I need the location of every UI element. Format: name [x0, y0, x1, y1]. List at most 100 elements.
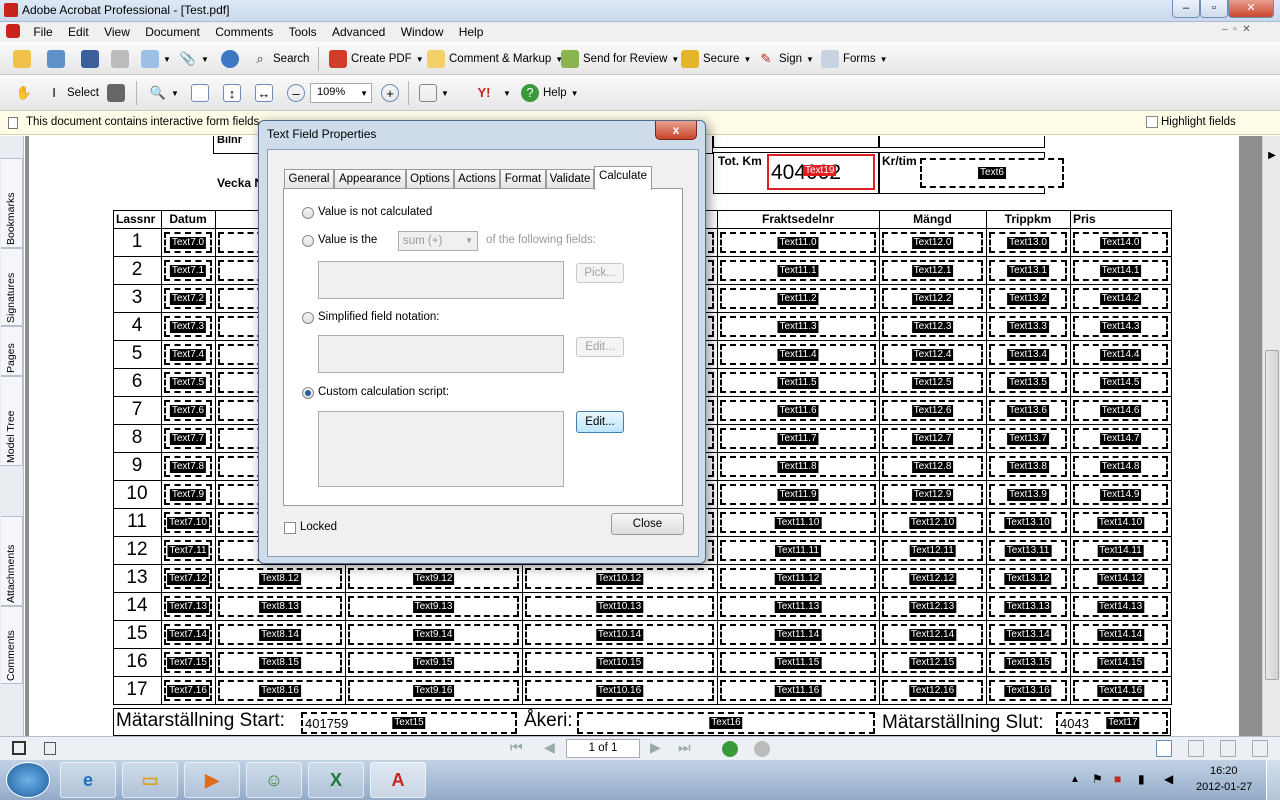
form-field[interactable]: Text7.3 [164, 316, 212, 337]
form-field[interactable]: Text14.7 [1073, 428, 1168, 449]
actual-size-button[interactable] [188, 80, 212, 106]
form-field[interactable]: Text14.14 [1073, 624, 1168, 645]
tab-appearance[interactable]: Appearance [334, 169, 406, 189]
comment-markup-button[interactable]: Comment & Markup ▼ [424, 46, 566, 72]
form-field[interactable]: Text13.10 [989, 512, 1067, 533]
form-field[interactable]: Text12.4 [882, 344, 983, 365]
organizer-button[interactable] [44, 46, 68, 72]
clock-date[interactable]: 2012-01-27 [1196, 781, 1252, 793]
form-field[interactable]: Text10.16 [525, 680, 714, 701]
form-field[interactable]: Text14.8 [1073, 456, 1168, 477]
form-field[interactable]: Text13.13 [989, 596, 1067, 617]
form-field[interactable]: Text11.16 [720, 680, 876, 701]
last-page-button[interactable]: ⏭ [678, 739, 691, 756]
custom-edit-button[interactable]: Edit... [576, 411, 624, 433]
tab-actions[interactable]: Actions [454, 169, 500, 189]
locked-checkbox[interactable] [284, 522, 296, 534]
next-page-button[interactable]: ▶ [650, 739, 661, 756]
taskbar-acrobat[interactable]: A [370, 762, 426, 798]
form-field[interactable]: Text8.13 [218, 596, 342, 617]
form-field[interactable]: Text11.13 [720, 596, 876, 617]
flag-icon[interactable]: ⚑ [1092, 772, 1103, 786]
zoom-out-button[interactable]: – [284, 80, 308, 106]
form-field[interactable]: Text7.9 [164, 484, 212, 505]
tot-km-field[interactable]: 404002 Text19 [767, 154, 875, 190]
forward-view-icon[interactable] [754, 741, 770, 757]
select-tool-button[interactable]: I Select [42, 80, 102, 106]
hand-tool-button[interactable]: ✋ [12, 80, 36, 106]
form-field[interactable]: Text14.4 [1073, 344, 1168, 365]
minimize-button[interactable]: – [1172, 0, 1200, 18]
form-field[interactable]: Text11.9 [720, 484, 876, 505]
form-field[interactable]: Text11.10 [720, 512, 876, 533]
form-field[interactable]: Text9.16 [348, 680, 519, 701]
form-field[interactable]: Text12.7 [882, 428, 983, 449]
form-field[interactable]: Text11.3 [720, 316, 876, 337]
form-field[interactable]: Text14.12 [1073, 568, 1168, 589]
prev-page-button[interactable]: ◀ [544, 739, 555, 756]
form-field[interactable]: Text7.12 [164, 568, 212, 589]
form-field[interactable]: Text13.5 [989, 372, 1067, 393]
menu-window[interactable]: Window [395, 22, 450, 42]
form-field[interactable]: Text14.11 [1073, 540, 1168, 561]
slut-field[interactable]: 4043 Text17 [1056, 712, 1168, 734]
form-field[interactable]: Text14.0 [1073, 232, 1168, 253]
form-field[interactable]: Text7.11 [164, 540, 212, 561]
form-field[interactable]: Text12.1 [882, 260, 983, 281]
facing-icon[interactable] [1220, 740, 1236, 757]
doc-window-controls[interactable]: – ▫ ✕ [1222, 24, 1278, 40]
form-field[interactable]: Text13.0 [989, 232, 1067, 253]
tab-validate[interactable]: Validate [546, 169, 594, 189]
form-field[interactable]: Text9.14 [348, 624, 519, 645]
security-icon[interactable]: ■ [1114, 772, 1121, 786]
email-button[interactable]: ▼ [138, 46, 174, 72]
menu-file[interactable]: File [27, 22, 58, 42]
scroll-thumb[interactable] [1265, 350, 1279, 680]
menu-comments[interactable]: Comments [209, 22, 279, 42]
form-field[interactable]: Text11.8 [720, 456, 876, 477]
search-button[interactable]: ⌕ Search [248, 46, 312, 72]
form-field[interactable]: Text12.11 [882, 540, 983, 561]
form-field[interactable]: Text12.5 [882, 372, 983, 393]
simplified-textbox[interactable] [318, 335, 564, 373]
form-field[interactable]: Text7.8 [164, 456, 212, 477]
highlight-fields-checkbox[interactable] [1146, 116, 1158, 128]
form-field[interactable]: Text12.2 [882, 288, 983, 309]
show-desktop-button[interactable] [1266, 760, 1280, 800]
form-field[interactable]: Text13.9 [989, 484, 1067, 505]
form-field[interactable]: Text11.15 [720, 652, 876, 673]
form-field[interactable]: Text13.11 [989, 540, 1067, 561]
form-field[interactable]: Text12.16 [882, 680, 983, 701]
taskbar-media[interactable]: ▶ [184, 762, 240, 798]
form-field[interactable]: Text12.3 [882, 316, 983, 337]
tab-pages[interactable]: Pages [1, 326, 23, 376]
form-field[interactable]: Text11.6 [720, 400, 876, 421]
close-button[interactable]: Close [611, 513, 684, 535]
form-field[interactable]: Text13.8 [989, 456, 1067, 477]
form-field[interactable]: Text7.7 [164, 428, 212, 449]
form-field[interactable]: Text11.14 [720, 624, 876, 645]
radio-custom-script[interactable] [302, 387, 314, 399]
tab-general[interactable]: General [284, 169, 334, 189]
form-field[interactable]: Text8.12 [218, 568, 342, 589]
form-field[interactable]: Text11.1 [720, 260, 876, 281]
form-field[interactable]: Text14.3 [1073, 316, 1168, 337]
taskbar-messenger[interactable]: ☺ [246, 762, 302, 798]
menu-view[interactable]: View [98, 22, 136, 42]
clock-time[interactable]: 16:20 [1210, 765, 1238, 777]
create-pdf-button[interactable]: Create PDF ▼ [326, 46, 427, 72]
form-field[interactable]: Text14.6 [1073, 400, 1168, 421]
form-field[interactable]: Text7.13 [164, 596, 212, 617]
layout-icon[interactable] [12, 741, 26, 755]
save-button[interactable] [78, 46, 102, 72]
form-field[interactable]: Text12.12 [882, 568, 983, 589]
print-button[interactable] [108, 46, 132, 72]
form-field[interactable]: Text7.0 [164, 232, 212, 253]
form-field[interactable]: Text11.7 [720, 428, 876, 449]
form-field[interactable]: Text14.10 [1073, 512, 1168, 533]
page-number-field[interactable]: 1 of 1 [566, 739, 640, 758]
form-field[interactable]: Text12.14 [882, 624, 983, 645]
akeri-field[interactable]: Text16 [577, 712, 875, 734]
form-field[interactable]: Text8.14 [218, 624, 342, 645]
custom-script-box[interactable] [318, 411, 564, 487]
